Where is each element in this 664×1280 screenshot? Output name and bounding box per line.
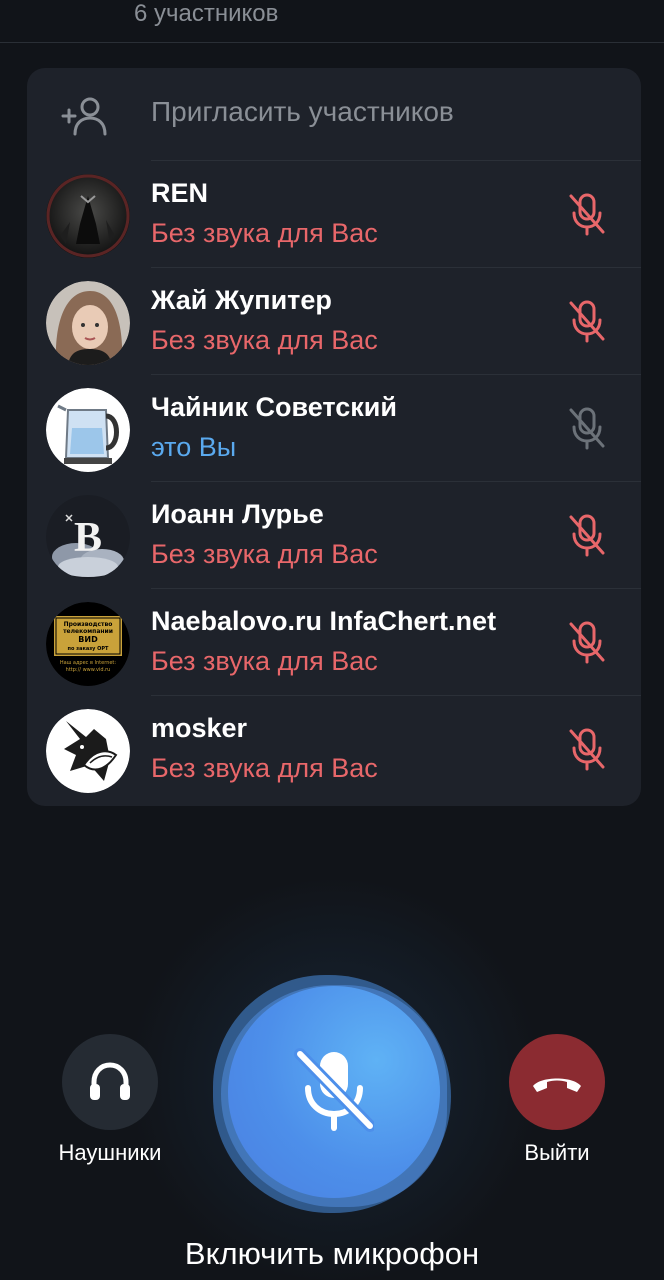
avatar-sign-text: Производство	[64, 621, 113, 628]
mic-toggle-button[interactable]	[228, 986, 440, 1198]
avatar-sign-text: по заказу ОРТ	[68, 646, 109, 652]
avatar-sign-text: телекомпании	[63, 628, 113, 635]
avatar	[46, 174, 130, 258]
mic-muted-icon[interactable]	[567, 727, 607, 771]
leave-label: Выйти	[524, 1140, 590, 1165]
leave-button[interactable]	[509, 1034, 605, 1130]
mic-muted-icon[interactable]	[567, 513, 607, 557]
participant-status: это Вы	[151, 432, 237, 462]
invite-label: Пригласить участников	[151, 96, 454, 127]
avatar-sign-text: http:// www.vid.ru	[66, 667, 111, 673]
divider	[151, 160, 641, 161]
divider	[151, 588, 641, 589]
participant-status: Без звука для Вас	[151, 753, 378, 783]
mic-muted-icon[interactable]	[567, 192, 607, 236]
participant-name: Чайник Советский	[151, 392, 397, 422]
participant-row[interactable]: B Иоанн Лурье Без звука для Вас	[27, 481, 641, 588]
headphones-icon	[90, 1062, 130, 1100]
mic-off-icon	[294, 1048, 374, 1132]
divider	[151, 374, 641, 375]
participant-name: mosker	[151, 713, 248, 743]
avatar: Производство телекомпании ВИD по заказу …	[46, 602, 130, 686]
participant-row[interactable]: Жай Жупитер Без звука для Вас	[27, 267, 641, 374]
divider	[151, 481, 641, 482]
header: 6 участников	[0, 0, 664, 43]
invite-participants-button[interactable]: Пригласить участников	[27, 68, 641, 160]
participant-name: Жай Жупитер	[151, 285, 332, 315]
participant-row[interactable]: Производство телекомпании ВИD по заказу …	[27, 588, 641, 695]
mic-toggle-label: Включить микрофон	[184, 1236, 480, 1271]
mic-muted-icon[interactable]	[567, 299, 607, 343]
participant-name: Naebalovo.ru InfaChert.net	[151, 606, 497, 636]
divider	[151, 695, 641, 696]
participants-count: 6 участников	[134, 0, 279, 27]
headphones-label: Наушники	[58, 1140, 162, 1165]
participant-name: REN	[151, 178, 209, 208]
screen-share-icon[interactable]	[602, 0, 636, 10]
avatar: B	[46, 495, 130, 579]
divider	[151, 267, 641, 268]
participant-status: Без звука для Вас	[151, 539, 378, 569]
hang-up-icon	[533, 1078, 581, 1092]
avatar	[46, 388, 130, 472]
avatar-letter: B	[74, 515, 102, 561]
participant-status: Без звука для Вас	[151, 325, 378, 355]
participant-row-self[interactable]: Чайник Советский это Вы	[27, 374, 641, 481]
mic-muted-icon[interactable]	[567, 620, 607, 664]
participant-name: Иоанн Лурье	[151, 499, 324, 529]
back-arrow-icon[interactable]	[28, 0, 52, 10]
participant-row[interactable]: REN Без звука для Вас	[27, 160, 641, 267]
avatar-sign-text: Наш адрес в Internet:	[60, 660, 116, 666]
avatar	[46, 281, 130, 365]
participant-status: Без звука для Вас	[151, 218, 378, 248]
participants-card: Пригласить участников REN Без звука для …	[27, 68, 641, 806]
avatar-sign-text: ВИD	[78, 635, 98, 644]
headphones-button[interactable]	[62, 1034, 158, 1130]
participant-row[interactable]: mosker Без звука для Вас	[27, 695, 641, 802]
participant-status: Без звука для Вас	[151, 646, 378, 676]
add-user-icon	[61, 97, 107, 136]
mic-muted-icon[interactable]	[567, 406, 607, 450]
avatar	[46, 709, 130, 793]
